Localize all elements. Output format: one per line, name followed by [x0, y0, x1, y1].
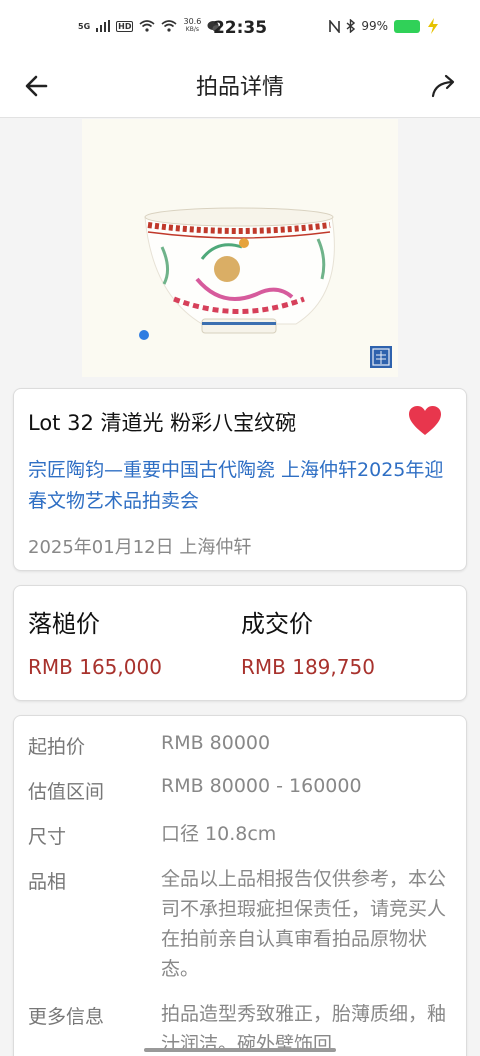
battery-icon — [394, 19, 420, 33]
hammer-price-label: 落槌价 — [28, 610, 100, 638]
price-card: 落槌价 RMB 165,000 成交价 RMB 189,750 — [13, 585, 467, 701]
lot-image[interactable] — [82, 119, 398, 377]
detail-key: 更多信息 — [28, 1006, 105, 1028]
detail-value: RMB 80000 - 160000 — [161, 775, 362, 797]
favorite-button[interactable] — [408, 405, 442, 437]
nav-bar: 拍品详情 — [0, 56, 480, 118]
detail-value: 口径 10.8cm — [161, 823, 277, 845]
lot-title: Lot 32 清道光 粉彩八宝纹碗 — [28, 411, 297, 435]
details-card: 起拍价 RMB 80000 估值区间 RMB 80000 - 160000 尺寸… — [13, 715, 467, 1056]
detail-key: 品相 — [28, 871, 67, 893]
auction-link[interactable]: 宗匠陶钧—重要中国古代陶瓷 上海仲轩2025年迎春文物艺术品拍卖会 — [28, 455, 448, 517]
detail-key: 起拍价 — [28, 736, 86, 758]
heart-icon — [409, 406, 441, 435]
home-indicator[interactable] — [144, 1048, 336, 1052]
hammer-price: 落槌价 RMB 165,000 — [28, 604, 162, 679]
lot-info-card: Lot 32 清道光 粉彩八宝纹碗 宗匠陶钧—重要中国古代陶瓷 上海仲轩2025… — [13, 388, 467, 571]
page-title: 拍品详情 — [195, 75, 284, 100]
deal-price-label: 成交价 — [241, 610, 313, 638]
detail-value: 全品以上品相报告仅供参考，本公司不承担瑕疵担保责任，请竞买人在拍前亲自认真审看拍… — [161, 868, 447, 980]
status-right: 99% — [329, 18, 440, 34]
deal-price-value: RMB 189,750 — [241, 655, 375, 679]
detail-value: RMB 80000 — [161, 732, 271, 754]
charging-icon — [428, 18, 438, 34]
status-bar: 5G HD 30.6 KB/s 22:35 99% — [0, 0, 480, 56]
share-icon — [431, 74, 455, 98]
battery-percent: 99% — [361, 19, 388, 33]
auction-date-place: 2025年01月12日 上海仲轩 — [28, 537, 252, 558]
hammer-price-value: RMB 165,000 — [28, 655, 162, 679]
nfc-icon — [329, 19, 341, 33]
porcelain-bowl-image — [144, 207, 392, 368]
detail-key: 尺寸 — [28, 826, 67, 848]
share-button[interactable] — [426, 68, 462, 104]
image-carousel[interactable] — [0, 119, 480, 377]
carousel-indicator-dot[interactable] — [139, 330, 149, 340]
deal-price: 成交价 RMB 189,750 — [241, 604, 375, 679]
detail-key: 估值区间 — [28, 781, 105, 803]
bluetooth-icon — [346, 19, 356, 33]
